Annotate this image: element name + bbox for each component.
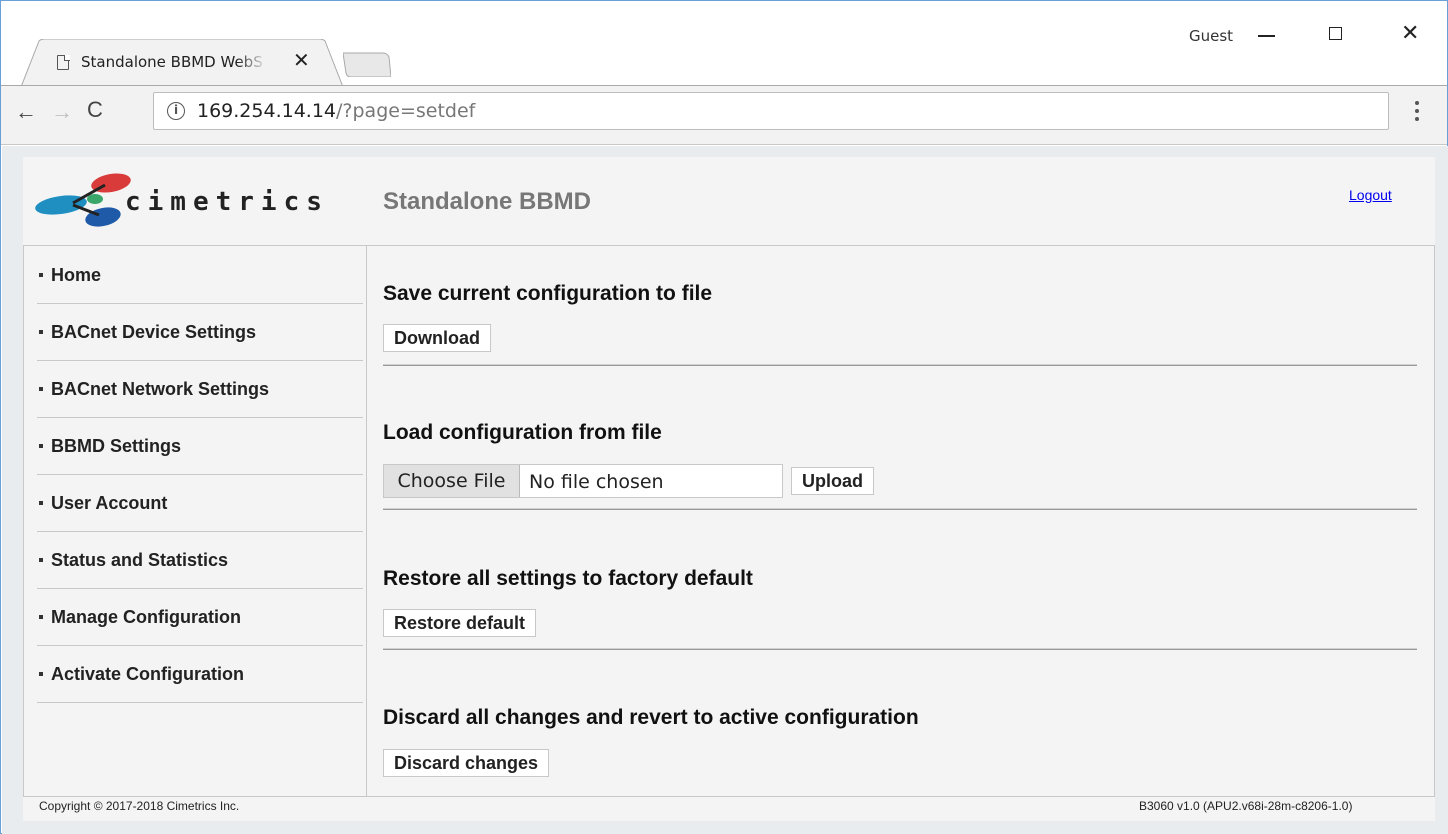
bullet-icon xyxy=(39,387,43,391)
file-status: No file chosen xyxy=(529,471,664,493)
upload-button[interactable]: Upload xyxy=(791,467,874,495)
info-icon[interactable]: i xyxy=(167,102,185,120)
url-text[interactable]: 169.254.14.14/?page=setdef xyxy=(197,100,475,122)
arrow-right-icon[interactable]: → xyxy=(51,99,73,125)
choose-file-button[interactable]: Choose File xyxy=(384,465,520,497)
logout-link[interactable]: Logout xyxy=(1349,187,1392,203)
cimetrics-logo-icon xyxy=(35,173,131,227)
download-button[interactable]: Download xyxy=(383,324,491,352)
reload-icon[interactable]: C xyxy=(87,97,103,123)
section-divider xyxy=(383,648,1417,650)
sidebar-item-label: Activate Configuration xyxy=(51,664,245,684)
profile-label[interactable]: Guest xyxy=(1189,27,1233,45)
restore-default-title: Restore all settings to factory default xyxy=(383,567,753,590)
logo-text: cimetrics xyxy=(125,187,329,217)
version-text: B3060 v1.0 (APU2.v68i-28m-c8206-1.0) xyxy=(1139,799,1353,813)
sidebar-item-activate-configuration[interactable]: Activate Configuration xyxy=(37,646,363,703)
bullet-icon xyxy=(39,330,43,334)
bullet-icon xyxy=(39,672,43,676)
maximize-icon xyxy=(1329,27,1342,40)
bullet-icon xyxy=(39,558,43,562)
sidebar-item-label: Home xyxy=(51,265,102,285)
tab-title-fade xyxy=(237,51,267,73)
load-config-title: Load configuration from file xyxy=(383,421,662,444)
section-divider xyxy=(383,364,1417,366)
sidebar-item-home[interactable]: Home xyxy=(37,247,363,304)
sidebar-item-label: BACnet Network Settings xyxy=(51,379,270,399)
vertical-dots-icon[interactable] xyxy=(1415,101,1421,123)
sidebar-item-user-account[interactable]: User Account xyxy=(37,475,363,532)
sidebar-item-bacnet-device-settings[interactable]: BACnet Device Settings xyxy=(37,304,363,361)
browser-window: Standalone BBMD WebSe ✕ Guest ✕ ← → C i … xyxy=(0,0,1448,834)
arrow-left-icon[interactable]: ← xyxy=(15,99,37,125)
close-window-icon[interactable]: ✕ xyxy=(1401,20,1419,46)
bullet-icon xyxy=(39,615,43,619)
page-icon xyxy=(57,54,70,70)
sidebar-item-bacnet-network-settings[interactable]: BACnet Network Settings xyxy=(37,361,363,418)
bullet-icon xyxy=(39,273,43,277)
tab-title: Standalone BBMD WebSe xyxy=(81,53,263,71)
copyright-text: Copyright © 2017-2018 Cimetrics Inc. xyxy=(39,799,240,813)
sidebar-item-manage-configuration[interactable]: Manage Configuration xyxy=(37,589,363,646)
url-path: /?page=setdef xyxy=(336,100,476,122)
discard-changes-button[interactable]: Discard changes xyxy=(383,749,550,777)
sidebar-item-label: User Account xyxy=(51,493,168,513)
section-divider xyxy=(383,508,1417,510)
app-title: Standalone BBMD xyxy=(383,188,592,215)
restore-default-button[interactable]: Restore default xyxy=(383,609,537,637)
save-config-title: Save current configuration to file xyxy=(383,282,713,305)
url-host: 169.254.14.14 xyxy=(197,100,337,122)
minimize-button[interactable] xyxy=(1251,19,1297,49)
minimize-icon xyxy=(1258,35,1275,37)
sidebar-item-label: BACnet Device Settings xyxy=(51,322,257,342)
maximize-button[interactable] xyxy=(1319,19,1365,49)
bullet-icon xyxy=(39,444,43,448)
discard-changes-title: Discard all changes and revert to active… xyxy=(383,706,919,729)
sidebar-item-label: Status and Statistics xyxy=(51,550,229,570)
sidebar-item-label: Manage Configuration xyxy=(51,607,241,627)
close-tab-icon[interactable]: ✕ xyxy=(293,50,310,72)
bullet-icon xyxy=(39,501,43,505)
new-tab-button[interactable] xyxy=(343,51,391,77)
sidebar-item-status-and-statistics[interactable]: Status and Statistics xyxy=(37,532,363,589)
sidebar-item-label: BBMD Settings xyxy=(51,436,181,456)
sidebar-item-bbmd-settings[interactable]: BBMD Settings xyxy=(37,418,363,475)
